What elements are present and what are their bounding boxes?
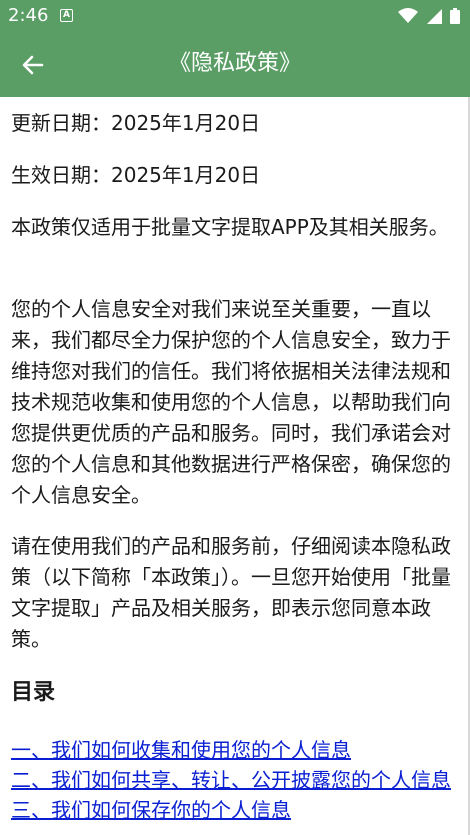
page-title: 《隐私政策》 [168, 51, 301, 76]
notification-icon: A [60, 9, 73, 22]
toc-list: 一、我们如何收集和使用您的个人信息 二、我们如何共享、转让、公开披露您的个人信息… [11, 735, 456, 825]
signal-icon [426, 9, 442, 24]
update-date: 更新日期：2025年1月20日 [11, 111, 261, 135]
toc-link-share[interactable]: 二、我们如何共享、转让、公开披露您的个人信息 [11, 765, 456, 795]
status-bar: 2:46 A [0, 0, 470, 32]
toc-link-collect[interactable]: 一、我们如何收集和使用您的个人信息 [11, 735, 456, 765]
toc-heading: 目录 [11, 680, 56, 705]
intro-paragraph: 您的个人信息安全对我们来说至关重要，一直以来，我们都尽全力保护您的个人信息安全，… [11, 297, 451, 507]
policy-content[interactable]: 更新日期：2025年1月20日 生效日期：2025年1月20日 本政策仅适用于批… [0, 97, 468, 835]
status-icons [395, 8, 460, 24]
app-bar: 《隐私政策》 [0, 32, 470, 97]
effective-date: 生效日期：2025年1月20日 [11, 163, 261, 187]
toc-link-store[interactable]: 三、我们如何保存你的个人信息 [11, 795, 456, 825]
read-notice-paragraph: 请在使用我们的产品和服务前，仔细阅读本隐私政策（以下简称「本政策」）。一旦您开始… [11, 534, 451, 651]
scope-paragraph: 本政策仅适用于批量文字提取APP及其相关服务。 [11, 215, 449, 239]
battery-icon [450, 8, 460, 24]
wifi-icon [397, 8, 418, 23]
status-time: 2:46 [8, 5, 49, 26]
